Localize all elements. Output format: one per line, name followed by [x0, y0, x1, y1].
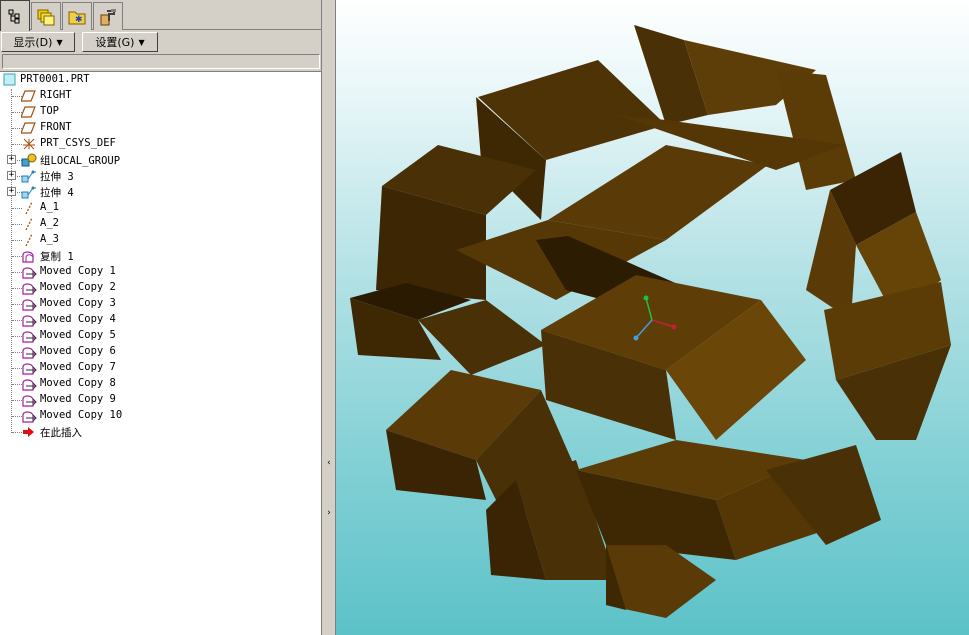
tree-root-row[interactable]: PRT0001.PRT	[0, 72, 200, 88]
tree-item-label: TOP	[40, 105, 59, 117]
tree-item[interactable]: TOP	[0, 104, 200, 120]
tree-item-label: Moved Copy 4	[40, 313, 116, 325]
extrude-icon	[21, 169, 37, 185]
chevron-down-icon: ▼	[56, 37, 63, 47]
tree-item-label: Moved Copy 9	[40, 393, 116, 405]
navigator-menu-bar: 显示(D) ▼ 设置(G) ▼	[0, 31, 324, 53]
model-face	[776, 70, 856, 190]
graphics-viewport[interactable]	[336, 0, 969, 635]
tree-item-label: Moved Copy 3	[40, 297, 116, 309]
tree-item[interactable]: Moved Copy 6	[0, 344, 200, 360]
show-menu-label: 显示(D)	[13, 36, 53, 49]
chevron-down-icon: ▼	[138, 37, 145, 47]
moved-copy-icon	[21, 297, 37, 313]
show-menu-button[interactable]: 显示(D) ▼	[1, 32, 75, 52]
tree-item[interactable]: Moved Copy 5	[0, 328, 200, 344]
collapse-panel-icon[interactable]: ‹	[325, 456, 333, 470]
settings-menu-button[interactable]: 设置(G) ▼	[82, 32, 158, 52]
moved-copy-icon	[21, 377, 37, 393]
tree-item[interactable]: FRONT	[0, 120, 200, 136]
navigator-tab-strip: ✱	[0, 0, 324, 31]
folder-browser-icon	[36, 7, 56, 27]
tab-connections[interactable]	[93, 2, 123, 30]
moved-copy-icon	[21, 313, 37, 329]
tree-item-label: RIGHT	[40, 89, 72, 101]
tree-item-label: Moved Copy 2	[40, 281, 116, 293]
moved-copy-icon	[21, 329, 37, 345]
tree-item[interactable]: Moved Copy 2	[0, 280, 200, 296]
tree-item[interactable]: A_1	[0, 200, 200, 216]
panel-splitter[interactable]: ‹ ›	[321, 0, 336, 635]
tree-item-label: Moved Copy 1	[40, 265, 116, 277]
tree-item[interactable]: 在此插入	[0, 424, 200, 440]
tree-item[interactable]: Moved Copy 9	[0, 392, 200, 408]
tree-item-label: Moved Copy 5	[40, 329, 116, 341]
moved-copy-icon	[21, 393, 37, 409]
csys-icon	[21, 137, 37, 153]
tree-item[interactable]: Moved Copy 10	[0, 408, 200, 424]
tree-item[interactable]: + 拉伸 4	[0, 184, 200, 200]
connections-icon	[98, 7, 118, 27]
tree-item[interactable]: 复制 1	[0, 248, 200, 264]
model-tree-icon	[6, 7, 24, 25]
tree-item-label: Moved Copy 7	[40, 361, 116, 373]
moved-copy-icon	[21, 409, 37, 425]
moved-copy-icon	[21, 345, 37, 361]
insert-here-arrow-icon	[21, 425, 37, 441]
tree-item-label: A_2	[40, 217, 59, 229]
tree-item-label: 组LOCAL_GROUP	[40, 155, 121, 167]
datum-axis-icon	[21, 217, 37, 233]
expand-panel-icon[interactable]: ›	[325, 506, 333, 520]
tree-item[interactable]: A_3	[0, 232, 200, 248]
extrude-icon	[21, 185, 37, 201]
datum-axis-icon	[21, 201, 37, 217]
tree-item[interactable]: Moved Copy 4	[0, 312, 200, 328]
favorites-icon: ✱	[67, 7, 87, 27]
tree-item-label: Moved Copy 10	[40, 409, 123, 421]
datum-plane-icon	[20, 121, 37, 137]
tree-item-label: 复制 1	[40, 251, 74, 263]
tree-item-label: PRT_CSYS_DEF	[40, 137, 116, 149]
tree-root-label: PRT0001.PRT	[20, 73, 90, 85]
model-tree: PRT0001.PRT RIGHT TOP FRONT PRT_CSYS_DEF + 组L…	[0, 71, 321, 635]
expand-toggle-icon[interactable]: +	[7, 155, 16, 164]
tree-item-label: Moved Copy 6	[40, 345, 116, 357]
tab-favorites[interactable]: ✱	[62, 2, 92, 30]
gear-part-model	[350, 25, 951, 618]
tree-item-label: FRONT	[40, 121, 72, 133]
part-icon	[3, 72, 19, 88]
tree-item[interactable]: Moved Copy 8	[0, 376, 200, 392]
tree-item[interactable]: A_2	[0, 216, 200, 232]
tab-folder-browser[interactable]	[31, 2, 61, 30]
tree-item-label: 在此插入	[40, 427, 82, 439]
settings-menu-label: 设置(G)	[95, 36, 135, 49]
tree-item-label: A_3	[40, 233, 59, 245]
expand-toggle-icon[interactable]: +	[7, 171, 16, 180]
tree-item-label: A_1	[40, 201, 59, 213]
tree-item-label: 拉伸 4	[40, 187, 74, 199]
model-tree-panel: ✱ 显示(D) ▼ 设置(G) ▼ PRT0001.PRT RIGHT TOP …	[0, 0, 324, 635]
tree-item[interactable]: RIGHT	[0, 88, 200, 104]
copy-icon	[21, 249, 37, 265]
moved-copy-icon	[21, 361, 37, 377]
datum-axis-icon	[21, 233, 37, 249]
datum-plane-icon	[20, 105, 37, 121]
group-icon	[21, 153, 37, 169]
tree-filter-field[interactable]	[2, 54, 320, 69]
tree-item[interactable]: Moved Copy 1	[0, 264, 200, 280]
tree-item-label: 拉伸 3	[40, 171, 74, 183]
tree-item[interactable]: Moved Copy 7	[0, 360, 200, 376]
moved-copy-icon	[21, 265, 37, 281]
tree-item[interactable]: Moved Copy 3	[0, 296, 200, 312]
tree-item[interactable]: + 拉伸 3	[0, 168, 200, 184]
tree-item-label: Moved Copy 8	[40, 377, 116, 389]
tab-model-tree[interactable]	[0, 0, 30, 31]
moved-copy-icon	[21, 281, 37, 297]
svg-text:✱: ✱	[75, 15, 83, 25]
datum-plane-icon	[20, 89, 37, 105]
expand-toggle-icon[interactable]: +	[7, 187, 16, 196]
tree-item[interactable]: PRT_CSYS_DEF	[0, 136, 200, 152]
tree-item[interactable]: + 组LOCAL_GROUP	[0, 152, 200, 168]
